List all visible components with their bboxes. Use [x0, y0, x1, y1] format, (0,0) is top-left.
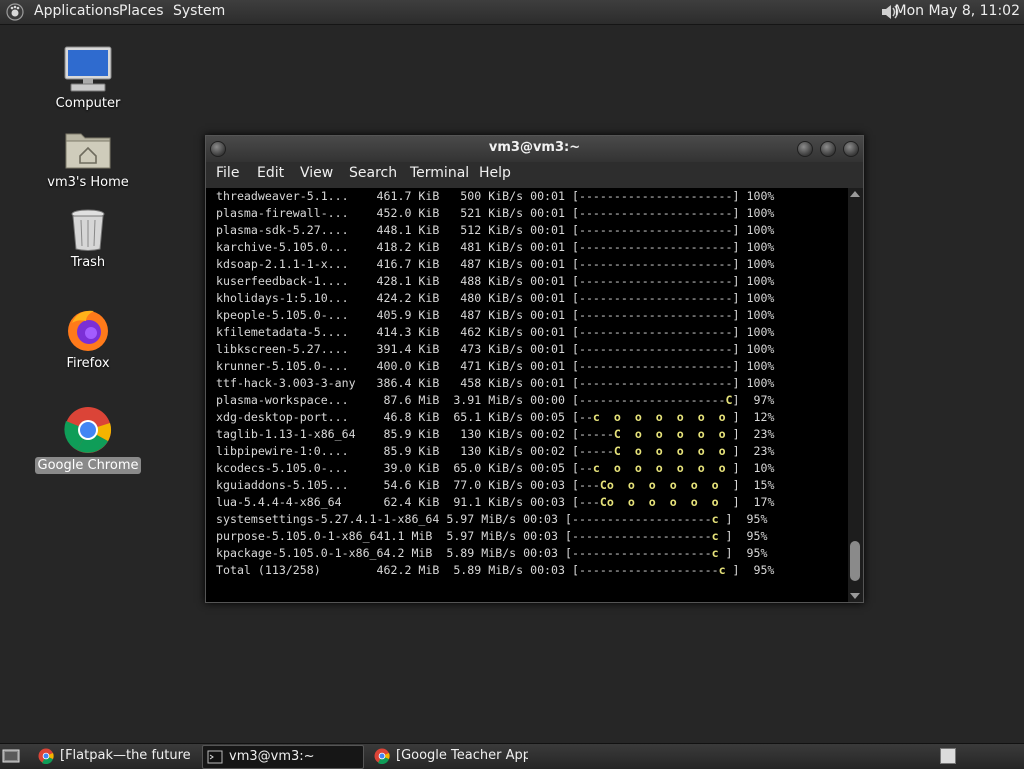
computer-icon	[64, 46, 112, 92]
terminal-line: kfilemetadata-5.... 414.3 KiB 462 KiB/s …	[216, 325, 775, 339]
task-button-terminal[interactable]: vm3@vm3:~	[202, 745, 364, 769]
minimize-button[interactable]	[797, 141, 813, 157]
menu-search[interactable]: Search	[349, 165, 397, 181]
trash-icon	[71, 209, 105, 251]
window-title: vm3@vm3:~	[488, 140, 581, 155]
menu-view[interactable]: View	[300, 165, 333, 181]
desktop-icon-home[interactable]: vm3's Home	[33, 128, 143, 191]
desktop-icon-google-chrome[interactable]: Google Chrome	[33, 405, 143, 474]
top-panel: Applications Places System Mon May 8, 11…	[0, 0, 1024, 25]
window-titlebar[interactable]: vm3@vm3:~	[206, 136, 863, 162]
scroll-up-arrow-icon[interactable]	[850, 191, 860, 197]
terminal-scrollbar[interactable]	[848, 188, 863, 602]
desktop-icon-firefox[interactable]: Firefox	[33, 305, 143, 372]
terminal-line: kholidays-1:5.10... 424.2 KiB 480 KiB/s …	[216, 291, 775, 305]
home-folder-icon	[65, 133, 111, 169]
chrome-icon	[38, 748, 54, 764]
desktop-icon-label: Computer	[55, 96, 121, 111]
maximize-button[interactable]	[820, 141, 836, 157]
bottom-taskbar: [Flatpak—the future ... vm3@vm3:~ [Googl…	[0, 743, 1024, 769]
terminal-line: kuserfeedback-1.... 428.1 KiB 488 KiB/s …	[216, 274, 775, 288]
terminal-line: karchive-5.105.0... 418.2 KiB 481 KiB/s …	[216, 240, 775, 254]
terminal-line: plasma-workspace... 87.6 MiB 3.91 MiB/s …	[216, 393, 775, 407]
terminal-line: lua-5.4.4-4-x86_64 62.4 KiB 91.1 KiB/s 0…	[216, 495, 775, 509]
workspace-switcher-icon[interactable]	[940, 748, 956, 764]
desktop-icon-label: Firefox	[66, 356, 110, 371]
terminal-window[interactable]: vm3@vm3:~ File Edit View Search Terminal…	[205, 135, 864, 603]
terminal-line: ttf-hack-3.003-3-any 386.4 KiB 458 KiB/s…	[216, 376, 775, 390]
close-button[interactable]	[843, 141, 859, 157]
menu-system[interactable]: System	[173, 3, 225, 19]
desktop-icon-computer[interactable]: Computer	[33, 45, 143, 112]
menu-edit[interactable]: Edit	[257, 165, 284, 181]
terminal-line: kpeople-5.105.0-... 405.9 KiB 487 KiB/s …	[216, 308, 775, 322]
terminal-line: taglib-1.13-1-x86_64 85.9 KiB 130 KiB/s …	[216, 427, 775, 441]
terminal-line: kpackage-5.105.0-1-x86_64.2 MiB 5.89 MiB…	[216, 546, 768, 560]
desktop-icon-label: Trash	[70, 255, 106, 270]
menu-help[interactable]: Help	[479, 165, 511, 181]
desktop-icon-label: Google Chrome	[34, 457, 142, 474]
terminal-line: threadweaver-5.1... 461.7 KiB 500 KiB/s …	[216, 189, 775, 203]
task-button-flatpak[interactable]: [Flatpak—the future ...	[34, 745, 194, 767]
terminal-line: Total (113/258) 462.2 MiB 5.89 MiB/s 00:…	[216, 563, 775, 577]
scroll-thumb[interactable]	[850, 541, 860, 581]
terminal-line: libpipewire-1:0.... 85.9 KiB 130 KiB/s 0…	[216, 444, 775, 458]
terminal-line: kdsoap-2.1.1-1-x... 416.7 KiB 487 KiB/s …	[216, 257, 775, 271]
terminal-line: plasma-sdk-5.27.... 448.1 KiB 512 KiB/s …	[216, 223, 775, 237]
terminal-line: systemsettings-5.27.4.1-1-x86_64 5.97 Mi…	[216, 512, 768, 526]
menu-terminal[interactable]: Terminal	[410, 165, 469, 181]
terminal-line: krunner-5.105.0-... 400.0 KiB 471 KiB/s …	[216, 359, 775, 373]
menu-places[interactable]: Places	[119, 3, 164, 19]
firefox-icon	[68, 310, 108, 351]
menu-file[interactable]: File	[216, 165, 239, 181]
terminal-icon	[207, 750, 223, 764]
scroll-down-arrow-icon[interactable]	[850, 593, 860, 599]
desktop-icon-trash[interactable]: Trash	[33, 208, 143, 271]
chrome-icon	[64, 407, 111, 453]
terminal-line: kcodecs-5.105.0-... 39.0 KiB 65.0 KiB/s …	[216, 461, 775, 475]
task-label: vm3@vm3:~	[229, 749, 315, 764]
show-desktop-icon[interactable]	[2, 748, 20, 764]
desktop-icon-label: vm3's Home	[47, 175, 129, 190]
terminal-output[interactable]: threadweaver-5.1... 461.7 KiB 500 KiB/s …	[206, 188, 848, 602]
clock[interactable]: Mon May 8, 11:02	[894, 3, 1020, 19]
terminal-line: kguiaddons-5.105... 54.6 KiB 77.0 KiB/s …	[216, 478, 775, 492]
terminal-line: xdg-desktop-port... 46.8 KiB 65.1 KiB/s …	[216, 410, 775, 424]
gnome-foot-icon[interactable]	[6, 3, 24, 21]
terminal-line: purpose-5.105.0-1-x86_641.1 MiB 5.97 MiB…	[216, 529, 768, 543]
task-label: [Flatpak—the future ...	[60, 748, 192, 763]
task-button-google-teacher[interactable]: [Google Teacher App...	[370, 745, 530, 767]
terminal-menubar: File Edit View Search Terminal Help	[206, 162, 863, 188]
task-label: [Google Teacher App...	[396, 748, 528, 763]
menu-applications[interactable]: Applications	[34, 3, 120, 19]
chrome-icon	[374, 748, 390, 764]
terminal-line: libkscreen-5.27.... 391.4 KiB 473 KiB/s …	[216, 342, 775, 356]
terminal-line: plasma-firewall-... 452.0 KiB 521 KiB/s …	[216, 206, 775, 220]
